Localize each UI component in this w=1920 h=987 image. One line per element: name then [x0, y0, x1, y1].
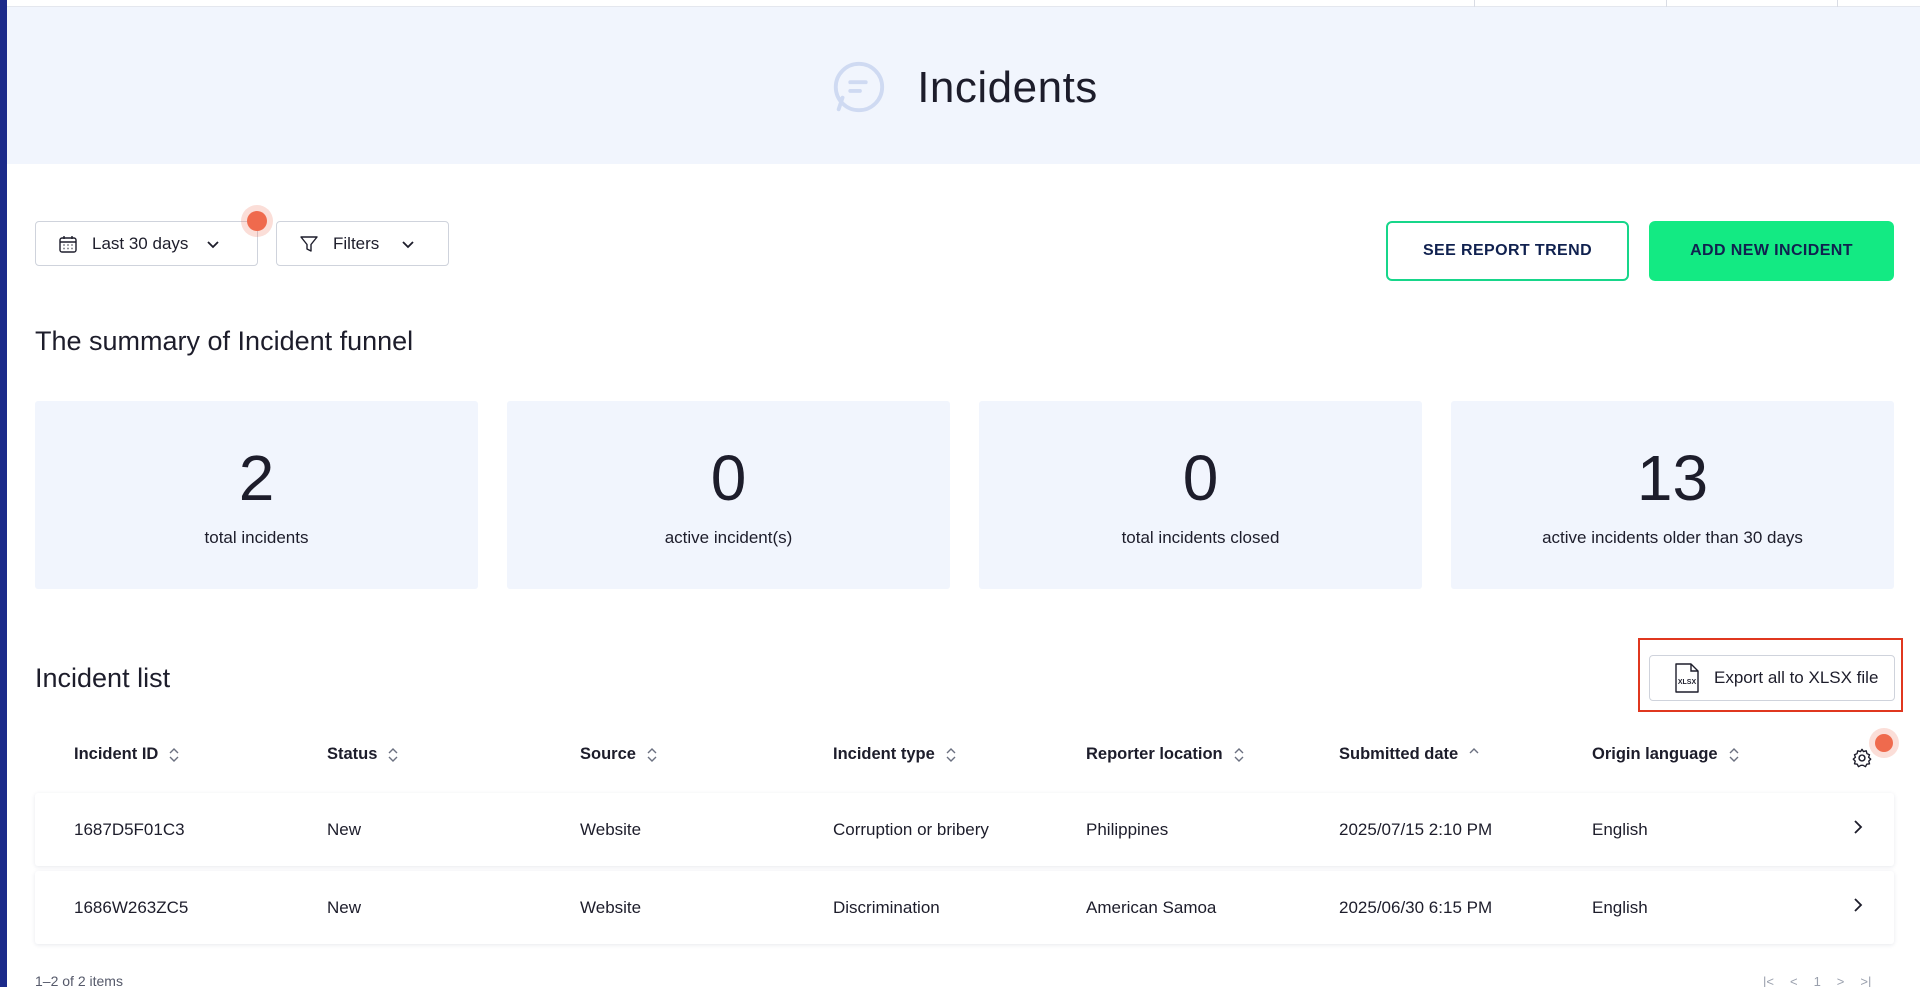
chevron-down-icon [207, 240, 220, 248]
date-range-value: Last 30 days [92, 233, 189, 253]
table-row[interactable]: 1687D5F01C3 New Website Corruption or br… [35, 793, 1894, 866]
cell-submitted-date: 2025/07/15 2:10 PM [1339, 819, 1493, 839]
summary-card-label: active incidents older than 30 days [1542, 528, 1803, 547]
sort-icon [1234, 747, 1244, 762]
add-new-incident-button[interactable]: ADD NEW INCIDENT [1649, 221, 1894, 281]
sort-icon [388, 747, 398, 762]
cell-incident-id: 1687D5F01C3 [74, 819, 185, 839]
summary-card-value: 13 [1636, 442, 1709, 514]
summary-card-label: active incident(s) [664, 528, 793, 547]
column-header-origin-language[interactable]: Origin language [1592, 745, 1740, 764]
cell-origin-language: English [1592, 819, 1648, 839]
filter-toolbar: Last 30 days Filters [35, 221, 449, 266]
window-left-edge [0, 0, 7, 987]
filters-dropdown[interactable]: Filters [276, 221, 449, 266]
column-header-label: Incident type [833, 745, 935, 763]
table-row[interactable]: 1686W263ZC5 New Website Discrimination A… [35, 871, 1894, 944]
export-xlsx-button[interactable]: XLSX Export all to XLSX file [1649, 655, 1895, 701]
column-header-label: Reporter location [1086, 745, 1223, 763]
summary-card-older: 13 active incidents older than 30 days [1451, 401, 1894, 589]
sort-icon [647, 747, 657, 762]
xlsx-file-icon: XLSX [1675, 663, 1699, 693]
sort-ascending-icon [1469, 747, 1479, 753]
summary-cards: 2 total incidents 0 active incident(s) 0… [35, 401, 1894, 589]
pagination-summary: 1–2 of 2 items [35, 973, 123, 987]
page-header: Incidents [7, 7, 1920, 164]
cell-origin-language: English [1592, 897, 1648, 917]
chat-bubble-logo-icon [834, 61, 885, 113]
next-page-button[interactable]: > [1837, 974, 1845, 987]
cell-reporter-location: Philippines [1086, 819, 1169, 839]
column-header-incident-id[interactable]: Incident ID [74, 745, 180, 764]
summary-card-closed: 0 total incidents closed [979, 401, 1422, 589]
chevron-down-icon [402, 240, 414, 248]
column-header-reporter-location[interactable]: Reporter location [1086, 745, 1245, 764]
current-page[interactable]: 1 [1814, 974, 1821, 987]
click-marker [1875, 734, 1893, 752]
column-header-label: Status [327, 745, 378, 763]
prev-page-button[interactable]: < [1790, 974, 1798, 987]
date-range-dropdown[interactable]: Last 30 days [35, 221, 258, 266]
column-header-status[interactable]: Status [327, 745, 399, 764]
summary-card-value: 0 [710, 442, 747, 514]
chevron-right-icon[interactable] [1852, 897, 1864, 913]
summary-card-active: 0 active incident(s) [507, 401, 950, 589]
filters-label: Filters [333, 233, 380, 253]
gear-icon[interactable] [1851, 747, 1873, 769]
column-header-incident-type[interactable]: Incident type [833, 745, 957, 764]
summary-title: The summary of Incident funnel [35, 326, 414, 356]
chevron-right-icon[interactable] [1852, 819, 1864, 835]
last-page-button[interactable]: >| [1860, 974, 1871, 987]
summary-card-value: 2 [238, 442, 275, 514]
xlsx-icon-text: XLSX [1678, 679, 1697, 686]
cell-incident-type: Discrimination [833, 897, 940, 917]
cell-status: New [327, 819, 362, 839]
summary-card-value: 0 [1182, 442, 1219, 514]
top-strip [7, 0, 1920, 7]
cell-submitted-date: 2025/06/30 6:15 PM [1339, 897, 1493, 917]
sort-icon [946, 747, 956, 762]
column-header-label: Submitted date [1339, 745, 1459, 763]
cell-source: Website [580, 897, 642, 917]
sort-icon [169, 747, 179, 762]
summary-card-label: total incidents closed [1121, 528, 1280, 547]
cell-reporter-location: American Samoa [1086, 897, 1217, 917]
filter-icon [300, 235, 318, 252]
first-page-button[interactable]: |< [1763, 974, 1774, 987]
column-header-label: Incident ID [74, 745, 159, 763]
export-label: Export all to XLSX file [1714, 668, 1879, 687]
column-header-label: Source [580, 745, 636, 763]
summary-card-label: total incidents [204, 528, 309, 547]
column-header-source[interactable]: Source [580, 745, 658, 764]
see-report-trend-button[interactable]: SEE REPORT TREND [1386, 221, 1629, 281]
cell-incident-type: Corruption or bribery [833, 819, 989, 839]
pagination: |< < 1 > >| [1763, 974, 1871, 987]
incident-list-title: Incident list [35, 663, 171, 693]
cell-status: New [327, 897, 362, 917]
table-header: Incident ID Status Source Incident type … [35, 745, 1894, 773]
sort-icon [1729, 747, 1739, 762]
cell-source: Website [580, 819, 642, 839]
click-marker [247, 211, 267, 231]
summary-card-total: 2 total incidents [35, 401, 478, 589]
column-header-label: Origin language [1592, 745, 1718, 763]
column-header-submitted-date[interactable]: Submitted date [1339, 745, 1480, 764]
calendar-icon [59, 235, 77, 253]
page-title: Incidents [917, 63, 1098, 112]
cell-incident-id: 1686W263ZC5 [74, 897, 189, 917]
